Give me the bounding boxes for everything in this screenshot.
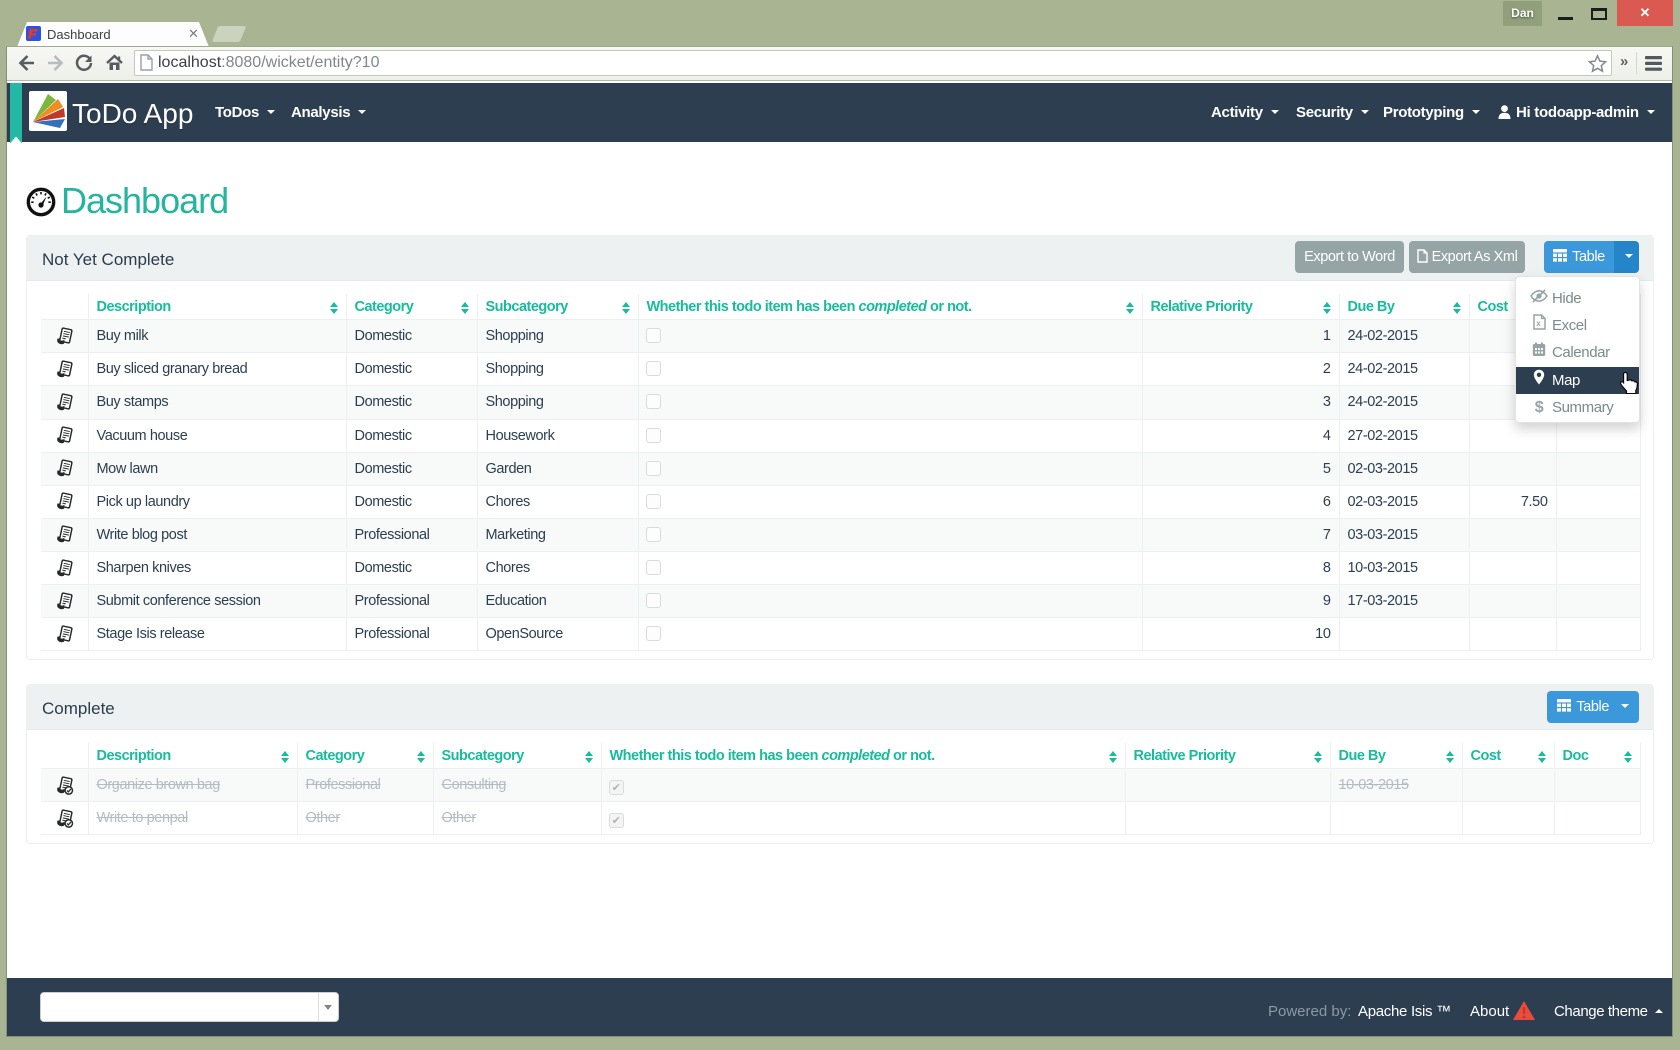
svg-text:x: x bbox=[1536, 319, 1541, 328]
